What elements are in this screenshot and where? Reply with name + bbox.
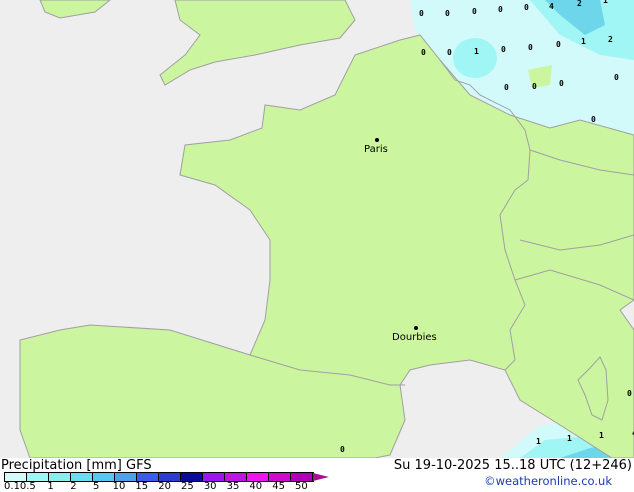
precip-value-label: 1 [474,47,479,56]
scale-swatch [269,473,291,481]
scale-tick-label: 40 [249,481,263,492]
scale-arrow [313,473,329,481]
scale-tick-label: 0.5 [19,481,36,492]
precip-value-label: 0 [421,48,426,57]
credit-link[interactable]: ©weatheronline.co.uk [484,474,612,488]
footer: Precipitation [mm] GFS Su 19-10-2025 15.… [0,458,634,492]
scale-swatch [291,473,313,481]
precip-value-label: 4 [549,2,554,11]
precip-value-label: 2 [577,0,582,8]
scale-swatch [93,473,115,481]
scale-swatch [225,473,247,481]
precip-value-label: 0 [501,45,506,54]
precip-value-label: 2 [608,35,613,44]
precipitation-map: Paris Dourbies 0 0 0 0 0 4 2 1 0 1 0 0 0 1 2 0 0 0 0 0 0 1 1 1 0… [0,0,634,458]
scale-tick-label: 1 [47,481,54,492]
scale-tick-label: 25 [181,481,194,492]
scale-swatch [27,473,49,481]
precip-value-label: 0 [591,115,596,124]
precip-value-label: 1 [599,431,604,440]
scale-tick-label: 30 [203,481,217,492]
precip-value-label: 1 [603,0,608,5]
city-label: Dourbies [392,332,437,343]
forecast-time: Su 19-10-2025 15..18 UTC (12+246) [393,458,632,473]
precip-value-label: 0 [340,445,345,454]
scale-swatch [181,473,203,481]
precip-value-label: 0 [528,43,533,52]
scale-tick-label: 5 [93,481,100,492]
scale-swatch [71,473,93,481]
scale-swatch [49,473,71,481]
precip-value-label: 0 [627,389,632,398]
scale-swatch [203,473,225,481]
precip-value-label: 0 [504,83,509,92]
scale-swatch [137,473,159,481]
precip-value-label: 0 [614,73,619,82]
scale-tick-label: 2 [70,481,77,492]
precip-value-label: 1 [536,437,541,446]
scale-swatch [5,473,27,481]
scale-tick-label: 50 [295,481,308,492]
scale-tick-label: 45 [272,481,285,492]
precip-value-label: 0 [556,40,561,49]
scale-tick-label: 15 [135,481,149,492]
map-title: Precipitation [mm] GFS [1,458,152,473]
precip-value-label: 0 [472,7,477,16]
precip-value-label: 0 [498,5,503,14]
scale-tick-label: 0.1 [4,481,20,492]
precip-value-label: 0 [524,3,529,12]
scale-swatch [159,473,181,481]
precip-value-label: 0 [447,48,452,57]
precip-value-label: 0 [419,9,424,18]
scale-tick-label: 20 [158,481,171,492]
precip-value-label: 1 [567,434,572,443]
precip-value-label: 1 [581,37,586,46]
precip-area-blob [453,38,497,78]
scale-tick-label: 35 [226,481,240,492]
scale-swatch [115,473,137,481]
precip-value-label: 0 [445,9,450,18]
city-label: Paris [364,144,388,155]
precip-value-label: 0 [559,79,564,88]
scale-tick-label: 10 [112,481,126,492]
scale-swatch [247,473,269,481]
precip-value-label: 0 [532,82,537,91]
